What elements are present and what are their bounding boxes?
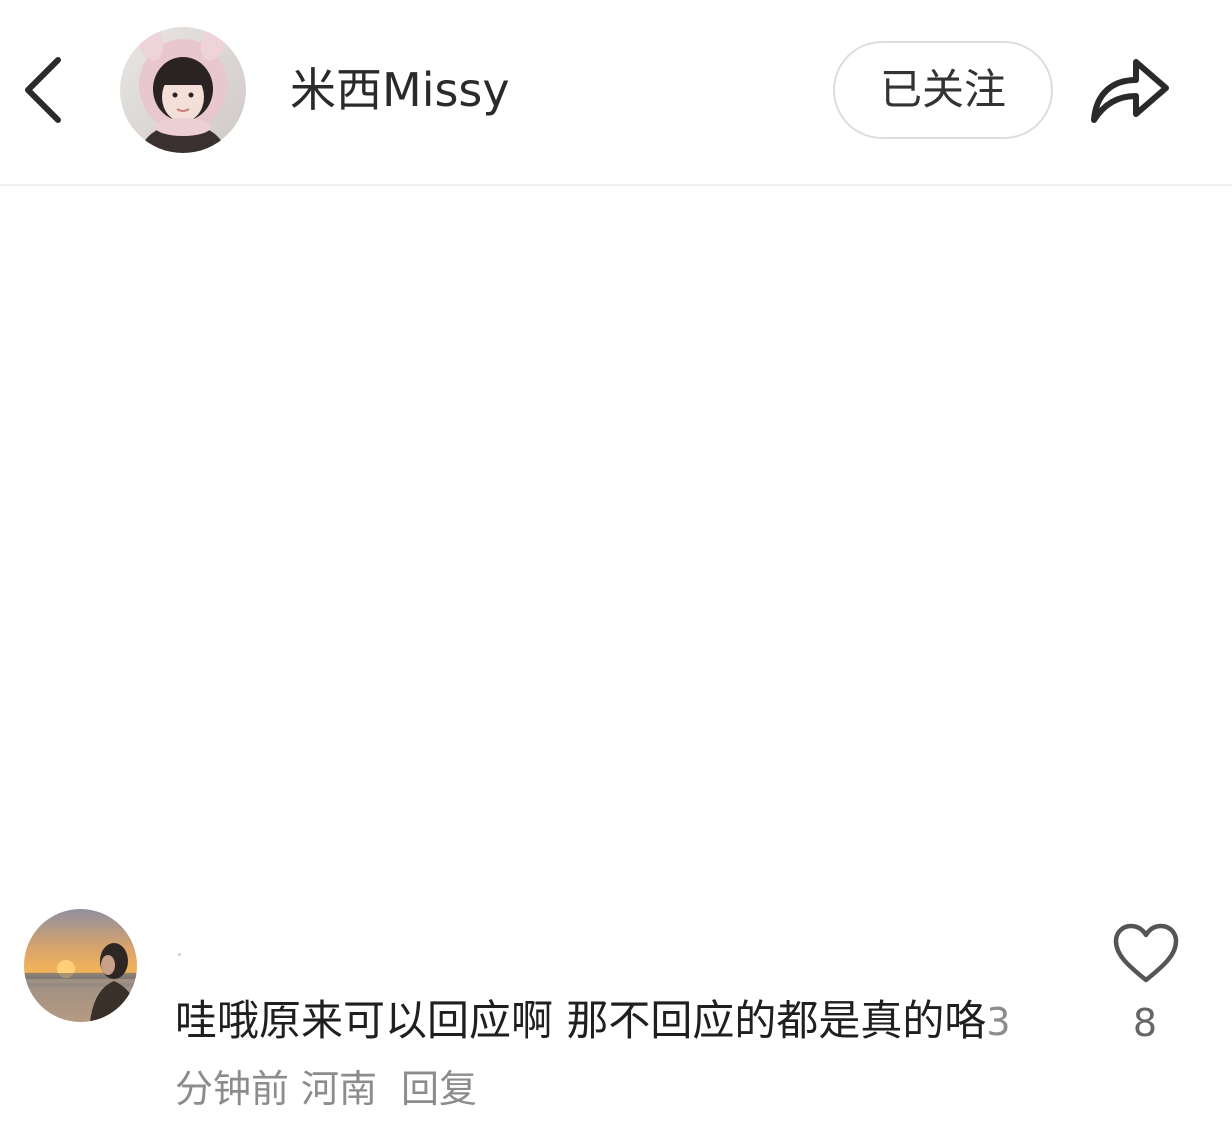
decorative-dot: [178, 953, 181, 956]
share-arrow-icon: [1091, 59, 1169, 123]
author-name[interactable]: 米西Missy: [290, 58, 510, 122]
comment-item: 哇哦原来可以回应啊 那不回应的都是真的咯3分钟前 河南 回复 8: [0, 900, 1232, 1145]
top-bar: 米西Missy 已关注: [0, 0, 1232, 186]
author-avatar[interactable]: [120, 27, 246, 153]
author-avatar-image: [120, 27, 246, 153]
comment-location: 河南: [301, 1067, 378, 1111]
chevron-left-icon: [25, 57, 61, 123]
follow-button[interactable]: 已关注: [833, 41, 1053, 139]
comment-text: 哇哦原来可以回应啊 那不回应的都是真的咯: [175, 996, 987, 1045]
share-button[interactable]: [1086, 48, 1176, 132]
like-button[interactable]: [1112, 922, 1180, 986]
comment-body: 哇哦原来可以回应啊 那不回应的都是真的咯3分钟前 河南 回复: [175, 988, 1035, 1122]
back-button[interactable]: [14, 50, 76, 130]
heart-outline-icon: [1113, 923, 1179, 983]
commenter-avatar-image: [24, 909, 137, 1022]
like-count: 8: [1132, 1001, 1158, 1045]
reply-button[interactable]: 回复: [401, 1067, 477, 1111]
commenter-avatar[interactable]: [24, 909, 137, 1022]
